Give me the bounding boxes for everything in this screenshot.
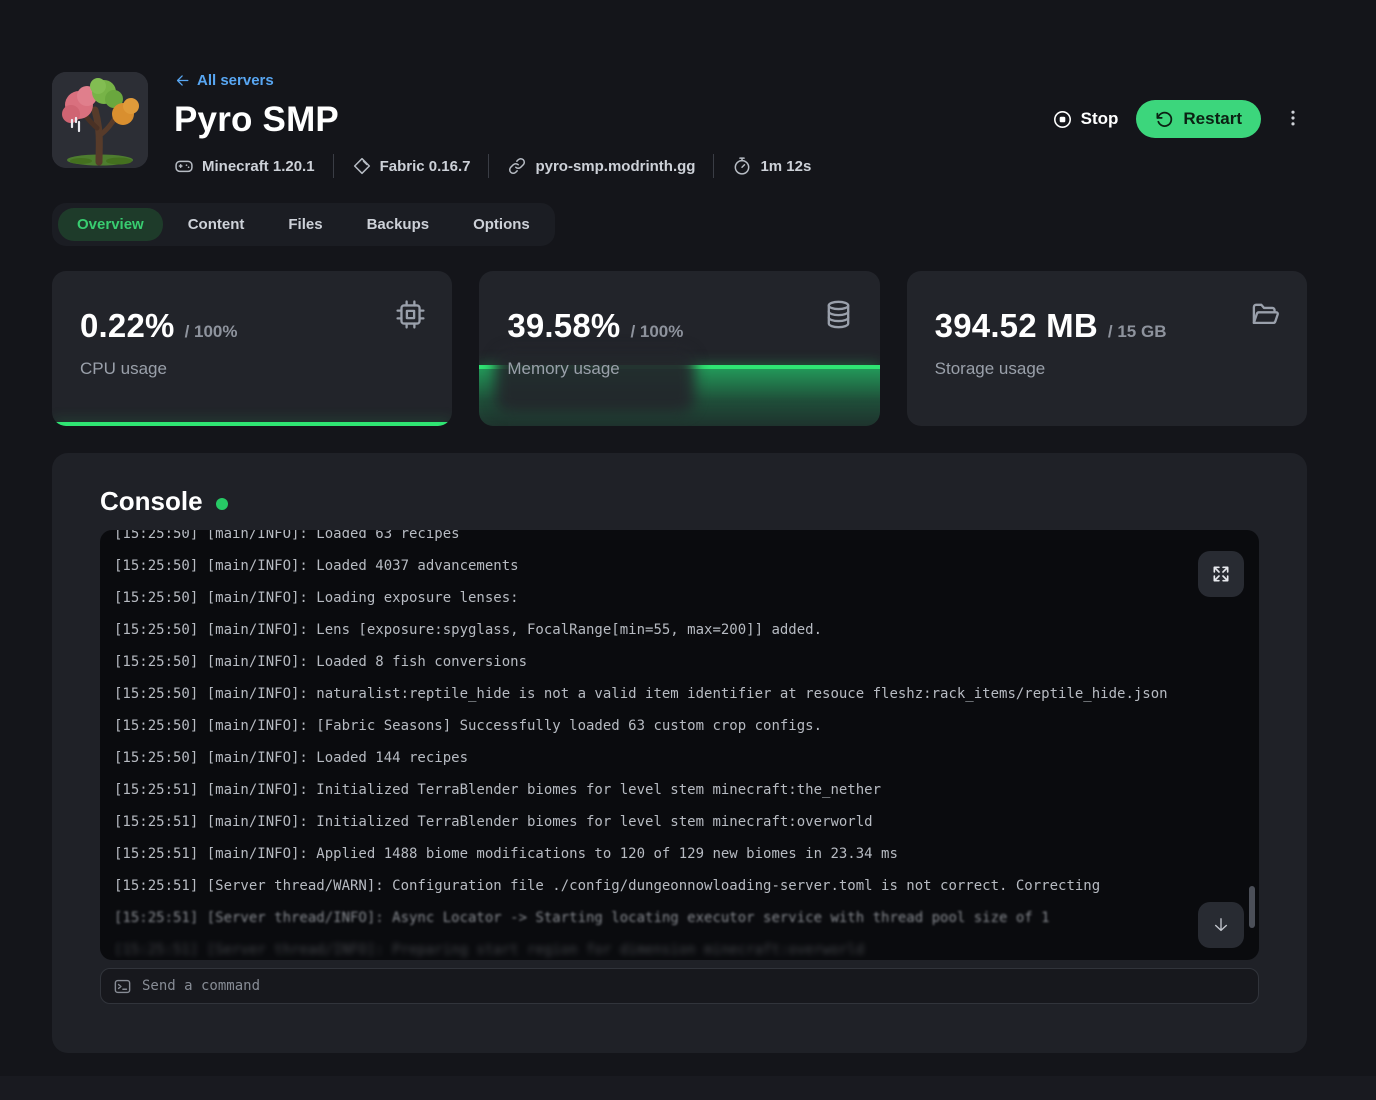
cpu-usage-fill — [52, 422, 452, 426]
memory-usage-card: 39.58% / 100% Memory usage — [479, 271, 879, 426]
console-log-line: [15:25:51] [Server thread/INFO]: Async L… — [114, 902, 1245, 934]
command-input[interactable] — [142, 978, 1246, 994]
server-avatar — [52, 72, 148, 168]
meta-uptime: 1m 12s — [732, 156, 811, 176]
storage-usage-value: 394.52 MB — [935, 307, 1098, 345]
cpu-icon — [395, 299, 426, 330]
expand-icon — [1211, 564, 1231, 584]
stop-button[interactable]: Stop — [1052, 109, 1119, 130]
tab-bar: OverviewContentFilesBackupsOptions — [52, 203, 555, 246]
arrow-left-icon — [174, 72, 191, 89]
restart-button[interactable]: Restart — [1136, 100, 1261, 138]
console-scrollbar-thumb[interactable] — [1249, 886, 1255, 928]
seasons-tree-icon — [52, 72, 148, 168]
console-log-line: [15:25:51] [main/INFO]: Initialized Terr… — [114, 806, 1245, 838]
console-log-area[interactable]: [15:25:50] [main/INFO]: Loaded 63 recipe… — [100, 530, 1259, 960]
fabric-icon — [352, 156, 372, 176]
server-header: All servers Pyro SMP Minecraft 1.20.1 Fa… — [52, 60, 1307, 178]
console-log-line: [15:25:51] [Server thread/INFO]: Prepari… — [114, 934, 1245, 960]
console-log-line: [15:25:50] [main/INFO]: [Fabric Seasons]… — [114, 710, 1245, 742]
stop-icon — [1052, 109, 1073, 130]
console-log-line: [15:25:50] [main/INFO]: Loaded 8 fish co… — [114, 646, 1245, 678]
meta-label: Minecraft 1.20.1 — [202, 158, 315, 175]
console-log-line: [15:25:51] [main/INFO]: Applied 1488 bio… — [114, 838, 1245, 870]
back-link-label: All servers — [197, 72, 274, 89]
cpu-usage-label: CPU usage — [80, 359, 167, 379]
kebab-menu-icon — [1283, 108, 1303, 128]
meta-separator — [333, 154, 334, 178]
server-dashboard-page: All servers Pyro SMP Minecraft 1.20.1 Fa… — [0, 0, 1376, 1100]
stop-button-label: Stop — [1081, 109, 1119, 129]
scroll-to-bottom-button[interactable] — [1198, 902, 1244, 948]
meta-separator — [488, 154, 489, 178]
meta-label: pyro-smp.modrinth.gg — [535, 158, 695, 175]
console-log-line: [15:25:50] [main/INFO]: naturalist:repti… — [114, 678, 1245, 710]
cpu-usage-max: / 100% — [185, 322, 238, 342]
console-log-line: [15:25:51] [Server thread/WARN]: Configu… — [114, 870, 1245, 902]
console-log-line: [15:25:51] [main/INFO]: Initialized Terr… — [114, 774, 1245, 806]
console-log: [15:25:50] [main/INFO]: Loaded 63 recipe… — [100, 530, 1259, 960]
storage-usage-card: 394.52 MB / 15 GB Storage usage — [907, 271, 1307, 426]
console-log-line: [15:25:50] [main/INFO]: Loaded 4037 adva… — [114, 550, 1245, 582]
meta-server-address[interactable]: pyro-smp.modrinth.gg — [507, 156, 695, 176]
memory-usage-label: Memory usage — [507, 359, 619, 379]
gamepad-icon — [174, 156, 194, 176]
console-log-line: [15:25:50] [main/INFO]: Lens [exposure:s… — [114, 614, 1245, 646]
storage-usage-max: / 15 GB — [1108, 322, 1167, 342]
expand-console-button[interactable] — [1198, 551, 1244, 597]
back-to-all-servers-link[interactable]: All servers — [174, 72, 274, 89]
timer-icon — [732, 156, 752, 176]
server-info: All servers Pyro SMP Minecraft 1.20.1 Fa… — [174, 60, 811, 178]
arrow-down-icon — [1211, 915, 1231, 935]
folder-open-icon — [1250, 299, 1281, 330]
server-online-status-dot — [216, 498, 228, 510]
link-icon — [507, 156, 527, 176]
database-icon — [823, 299, 854, 330]
tab-options[interactable]: Options — [454, 208, 549, 241]
console-card: Console [15:25:50] [main/INFO]: Loaded 6… — [52, 453, 1307, 1053]
storage-usage-label: Storage usage — [935, 359, 1046, 379]
stats-row: 0.22% / 100% CPU usage 39.58% / 100% Mem… — [52, 271, 1307, 426]
terminal-icon — [113, 977, 132, 996]
tab-overview[interactable]: Overview — [58, 208, 163, 241]
cpu-usage-card: 0.22% / 100% CPU usage — [52, 271, 452, 426]
tab-content[interactable]: Content — [169, 208, 264, 241]
memory-usage-value: 39.58% — [507, 307, 620, 345]
more-options-button[interactable] — [1279, 104, 1307, 135]
meta-separator — [713, 154, 714, 178]
console-log-line: [15:25:50] [main/INFO]: Loaded 63 recipe… — [114, 530, 1245, 550]
restart-icon — [1155, 110, 1174, 129]
meta-loader-version: Fabric 0.16.7 — [352, 156, 471, 176]
server-actions: Stop Restart — [1052, 100, 1307, 138]
footer-band — [0, 1076, 1376, 1100]
meta-label: 1m 12s — [760, 158, 811, 175]
cpu-usage-value: 0.22% — [80, 307, 175, 345]
console-log-line: [15:25:50] [main/INFO]: Loading exposure… — [114, 582, 1245, 614]
restart-button-label: Restart — [1183, 109, 1242, 129]
meta-label: Fabric 0.16.7 — [380, 158, 471, 175]
memory-usage-max: / 100% — [630, 322, 683, 342]
tab-files[interactable]: Files — [269, 208, 341, 241]
tab-backups[interactable]: Backups — [348, 208, 449, 241]
console-title: Console — [100, 486, 203, 517]
command-input-box — [100, 968, 1259, 1004]
console-log-line: [15:25:50] [main/INFO]: Loaded 144 recip… — [114, 742, 1245, 774]
server-meta-row: Minecraft 1.20.1 Fabric 0.16.7 pyro-smp.… — [174, 154, 811, 178]
page-title: Pyro SMP — [174, 100, 811, 140]
meta-game-version: Minecraft 1.20.1 — [174, 156, 315, 176]
